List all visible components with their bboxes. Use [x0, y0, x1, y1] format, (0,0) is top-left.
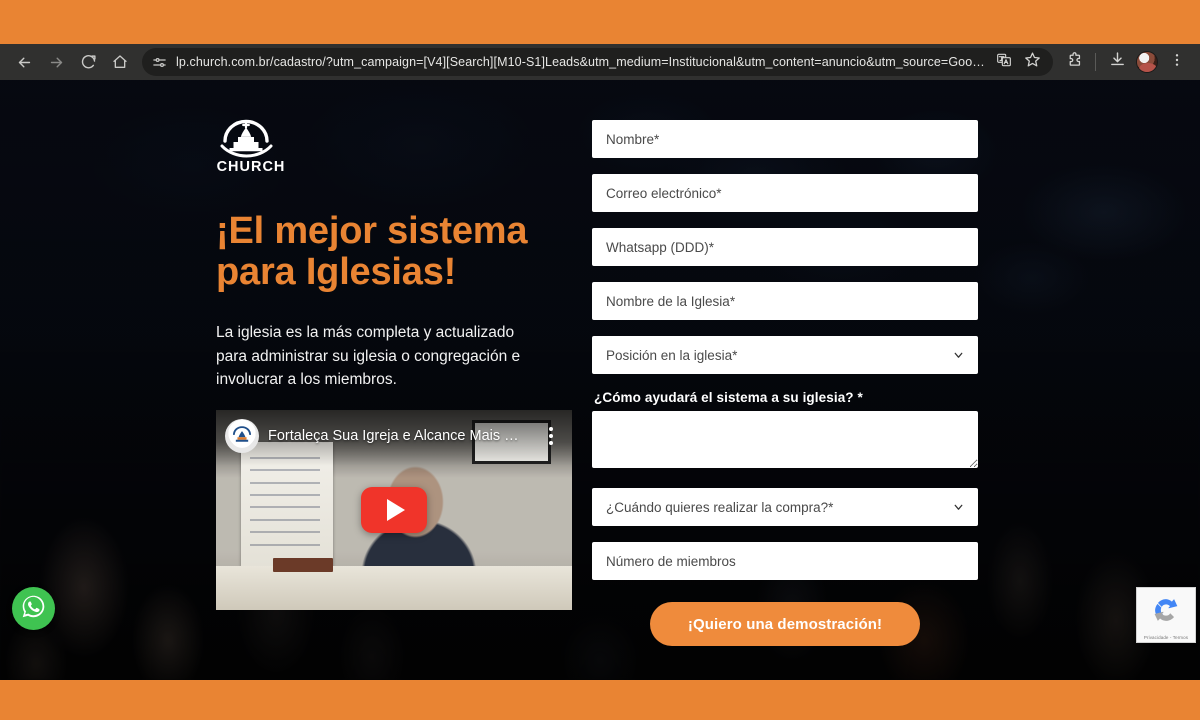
toolbar-divider [1095, 53, 1096, 71]
kebab-menu-icon[interactable] [540, 419, 562, 453]
headline-line-2: para Iglesias! [216, 251, 457, 294]
recaptcha-legal-text[interactable]: Privacidade - Termos [1144, 635, 1188, 640]
recaptcha-badge[interactable]: Privacidade - Termos [1136, 587, 1196, 643]
back-button[interactable] [8, 48, 40, 76]
browser-window: lp.church.com.br/cadastro/?utm_campaign=… [0, 0, 1200, 720]
help-question-label: ¿Cómo ayudará el sistema a su iglesia? * [594, 390, 863, 405]
youtube-play-icon[interactable] [361, 487, 427, 533]
lead-capture-form: Posición en la iglesia* ¿Cómo ayudará el… [592, 120, 978, 646]
profile-avatar-icon[interactable] [1136, 51, 1158, 73]
address-bar[interactable]: lp.church.com.br/cadastro/?utm_campaign=… [142, 48, 1053, 76]
church-logo-icon: CHURCH [217, 119, 286, 175]
three-dot-menu-icon [1169, 52, 1185, 73]
star-bookmark-icon [1024, 51, 1041, 73]
position-select[interactable]: Posición en la iglesia* [592, 336, 978, 374]
request-demo-button[interactable]: ¡Quiero una demostración! [650, 602, 920, 646]
bottom-orange-band [0, 680, 1200, 720]
video-title: Fortaleça Sua Igreja e Alcance Mais … [268, 428, 519, 444]
purchase-select-wrapper: ¿Cuándo quieres realizar la compra?* [592, 488, 978, 526]
position-select-wrapper: Posición en la iglesia* [592, 336, 978, 374]
purchase-timing-select[interactable]: ¿Cuándo quieres realizar la compra?* [592, 488, 978, 526]
video-book [272, 558, 334, 572]
whatsapp-float-button[interactable] [12, 587, 55, 630]
church-name-input[interactable] [592, 282, 978, 320]
reload-icon [80, 54, 97, 71]
bookmark-button[interactable] [1019, 50, 1045, 74]
downloads-button[interactable] [1102, 48, 1132, 76]
youtube-video-embed[interactable]: Fortaleça Sua Igreja e Alcance Mais … [216, 410, 572, 610]
extensions-button[interactable] [1059, 48, 1089, 76]
whatsapp-input[interactable] [592, 228, 978, 266]
recaptcha-logo-icon [1149, 593, 1183, 632]
forward-button[interactable] [40, 48, 72, 76]
page-title: ¡El mejor sistema para Iglesias! [216, 210, 578, 294]
help-textarea[interactable] [592, 411, 978, 468]
whatsapp-icon [20, 593, 47, 625]
downloads-icon [1109, 51, 1126, 73]
hero-subtext: La iglesia es la más completa y actualiz… [216, 324, 521, 389]
browser-menu-button[interactable] [1162, 48, 1192, 76]
reload-button[interactable] [72, 48, 104, 76]
church-logo: CHURCH [216, 113, 286, 175]
translate-button[interactable] [991, 50, 1017, 74]
members-count-input[interactable] [592, 542, 978, 580]
youtube-channel-avatar-icon[interactable] [225, 419, 259, 453]
video-desk [216, 566, 572, 610]
video-title-bar: Fortaleça Sua Igreja e Alcance Mais … [216, 410, 572, 466]
back-arrow-icon [16, 54, 33, 71]
email-input[interactable] [592, 174, 978, 212]
browser-toolbar: lp.church.com.br/cadastro/?utm_campaign=… [0, 44, 1200, 80]
hero-left-column: CHURCH ¡El mejor sistema para Iglesias! … [216, 113, 578, 392]
page-viewport: CHURCH ¡El mejor sistema para Iglesias! … [0, 80, 1200, 680]
top-orange-band [0, 0, 1200, 44]
home-button[interactable] [104, 48, 136, 76]
home-icon [112, 54, 128, 70]
name-input[interactable] [592, 120, 978, 158]
site-info-tune-icon[interactable] [152, 55, 167, 70]
extensions-puzzle-icon [1066, 51, 1083, 73]
svg-text:CHURCH: CHURCH [217, 159, 286, 175]
translate-icon [996, 52, 1012, 73]
headline-line-1: ¡El mejor sistema [216, 210, 528, 252]
forward-arrow-icon [48, 54, 65, 71]
url-text: lp.church.com.br/cadastro/?utm_campaign=… [176, 55, 985, 69]
